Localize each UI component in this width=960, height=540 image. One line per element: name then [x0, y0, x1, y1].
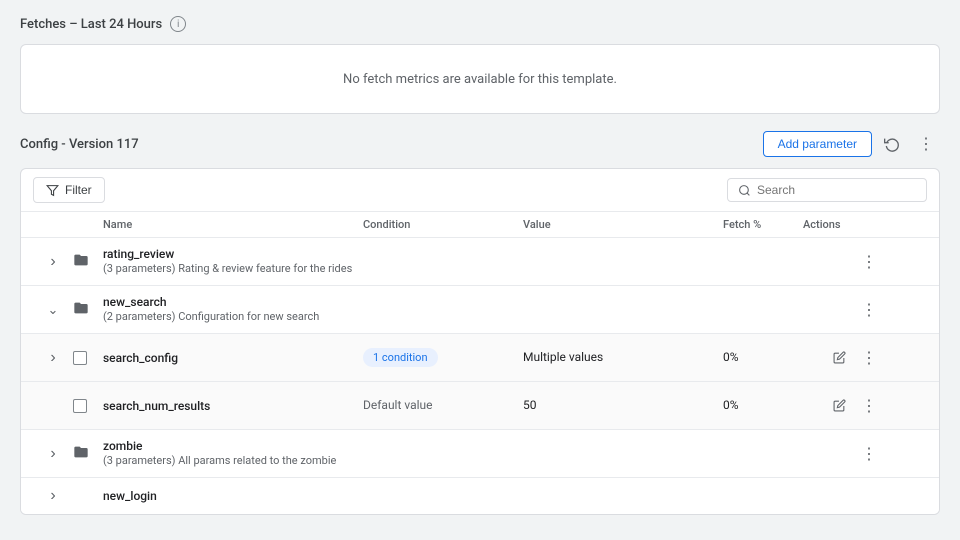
chevron-right-icon — [50, 487, 55, 505]
col-header-actions: Actions — [803, 218, 883, 231]
filter-button[interactable]: Filter — [33, 177, 105, 203]
table-row: rating_review (3 parameters) Rating & re… — [21, 238, 939, 286]
expand-row-button[interactable] — [33, 443, 73, 465]
condition-cell: Default value — [363, 398, 523, 413]
default-value-text: Default value — [363, 398, 433, 412]
param-name: search_num_results — [103, 399, 363, 413]
chevron-right-icon — [50, 253, 55, 271]
value-cell: Multiple values — [523, 350, 723, 365]
table-header: Name Condition Value Fetch % Actions — [21, 212, 939, 238]
group-desc: (3 parameters) Rating & review feature f… — [103, 261, 363, 276]
config-title: Config - Version 117 — [20, 137, 139, 152]
param-name-cell: search_num_results — [103, 393, 363, 419]
checkbox-cell — [73, 351, 103, 365]
fetch-pct: 0% — [723, 350, 739, 364]
fetch-pct-cell: 0% — [723, 350, 803, 365]
table-row: search_config 1 condition Multiple value… — [21, 334, 939, 382]
row-edit-button[interactable] — [825, 344, 853, 372]
history-icon-button[interactable] — [878, 130, 906, 158]
table-row: search_num_results Default value 50 0% ⋮ — [21, 382, 939, 430]
col-header-checkbox — [73, 218, 103, 231]
group-desc: (3 parameters) All params related to the… — [103, 453, 363, 468]
folder-icon — [73, 444, 89, 460]
table-row: zombie (3 parameters) All params related… — [21, 430, 939, 478]
group-name-cell: new_search (2 parameters) Configuration … — [103, 289, 363, 330]
actions-cell: ⋮ — [803, 440, 883, 468]
fetches-info-icon[interactable]: i — [170, 16, 186, 32]
edit-icon — [833, 399, 846, 412]
actions-cell: ⋮ — [803, 392, 883, 420]
col-header-name: Name — [103, 218, 363, 231]
chevron-right-icon — [50, 445, 55, 463]
col-header-condition: Condition — [363, 218, 523, 231]
group-name-cell: zombie (3 parameters) All params related… — [103, 433, 363, 474]
search-input[interactable] — [757, 183, 916, 197]
value-text: Multiple values — [523, 350, 603, 364]
config-actions: Add parameter ⋮ — [763, 130, 940, 158]
table-row: new_login — [21, 478, 939, 514]
expand-row-button[interactable] — [33, 251, 73, 273]
fetch-pct-cell: 0% — [723, 398, 803, 413]
fetch-metrics-empty-message: No fetch metrics are available for this … — [343, 72, 617, 87]
col-header-fetch-pct: Fetch % — [723, 218, 803, 231]
condition-cell: 1 condition — [363, 348, 523, 367]
row-more-button[interactable]: ⋮ — [855, 248, 883, 276]
table-row: new_search (2 parameters) Configuration … — [21, 286, 939, 334]
folder-icon-cell — [73, 300, 103, 320]
row-more-button[interactable]: ⋮ — [855, 344, 883, 372]
folder-icon — [73, 300, 89, 316]
search-box — [727, 178, 927, 202]
row-more-button[interactable]: ⋮ — [855, 296, 883, 324]
actions-cell: ⋮ — [803, 248, 883, 276]
folder-icon — [73, 252, 89, 268]
checkbox-cell — [73, 399, 103, 413]
param-name-cell: search_config — [103, 345, 363, 371]
col-header-value: Value — [523, 218, 723, 231]
group-name: zombie — [103, 439, 363, 453]
fetch-metrics-box: No fetch metrics are available for this … — [20, 44, 940, 114]
value-text: 50 — [523, 398, 537, 412]
fetch-pct: 0% — [723, 398, 739, 412]
config-header: Config - Version 117 Add parameter ⋮ — [20, 130, 940, 158]
row-edit-button[interactable] — [825, 392, 853, 420]
expand-row-button[interactable] — [33, 299, 73, 320]
chevron-right-icon — [50, 349, 55, 367]
filter-label: Filter — [65, 183, 92, 197]
fetches-title: Fetches – Last 24 Hours — [20, 17, 162, 32]
config-more-button[interactable]: ⋮ — [912, 130, 940, 158]
group-name: rating_review — [103, 247, 363, 261]
fetches-section-header: Fetches – Last 24 Hours i — [20, 16, 940, 32]
group-name-cell: new_login — [103, 483, 363, 509]
folder-icon-cell — [73, 252, 103, 272]
col-header-expand — [33, 218, 73, 231]
row-checkbox[interactable] — [73, 399, 87, 413]
params-table-container: Filter Name Condition Value Fetch % Acti… — [20, 168, 940, 515]
expand-row-button[interactable] — [33, 347, 73, 369]
row-more-button[interactable]: ⋮ — [855, 440, 883, 468]
expand-row-button[interactable] — [33, 485, 73, 507]
filter-icon — [46, 184, 59, 197]
group-name-cell: rating_review (3 parameters) Rating & re… — [103, 241, 363, 282]
group-name: new_search — [103, 295, 363, 309]
param-name: search_config — [103, 351, 363, 365]
group-desc: (2 parameters) Configuration for new sea… — [103, 309, 363, 324]
chevron-down-icon — [48, 301, 59, 318]
value-cell: 50 — [523, 398, 723, 413]
actions-cell: ⋮ — [803, 344, 883, 372]
actions-cell: ⋮ — [803, 296, 883, 324]
table-toolbar: Filter — [21, 169, 939, 212]
group-name: new_login — [103, 489, 363, 503]
search-icon — [738, 184, 751, 197]
condition-badge: 1 condition — [363, 348, 438, 367]
row-more-button[interactable]: ⋮ — [855, 392, 883, 420]
row-checkbox[interactable] — [73, 351, 87, 365]
history-icon — [884, 136, 900, 152]
add-parameter-button[interactable]: Add parameter — [763, 131, 872, 157]
folder-icon-cell — [73, 444, 103, 464]
edit-icon — [833, 351, 846, 364]
